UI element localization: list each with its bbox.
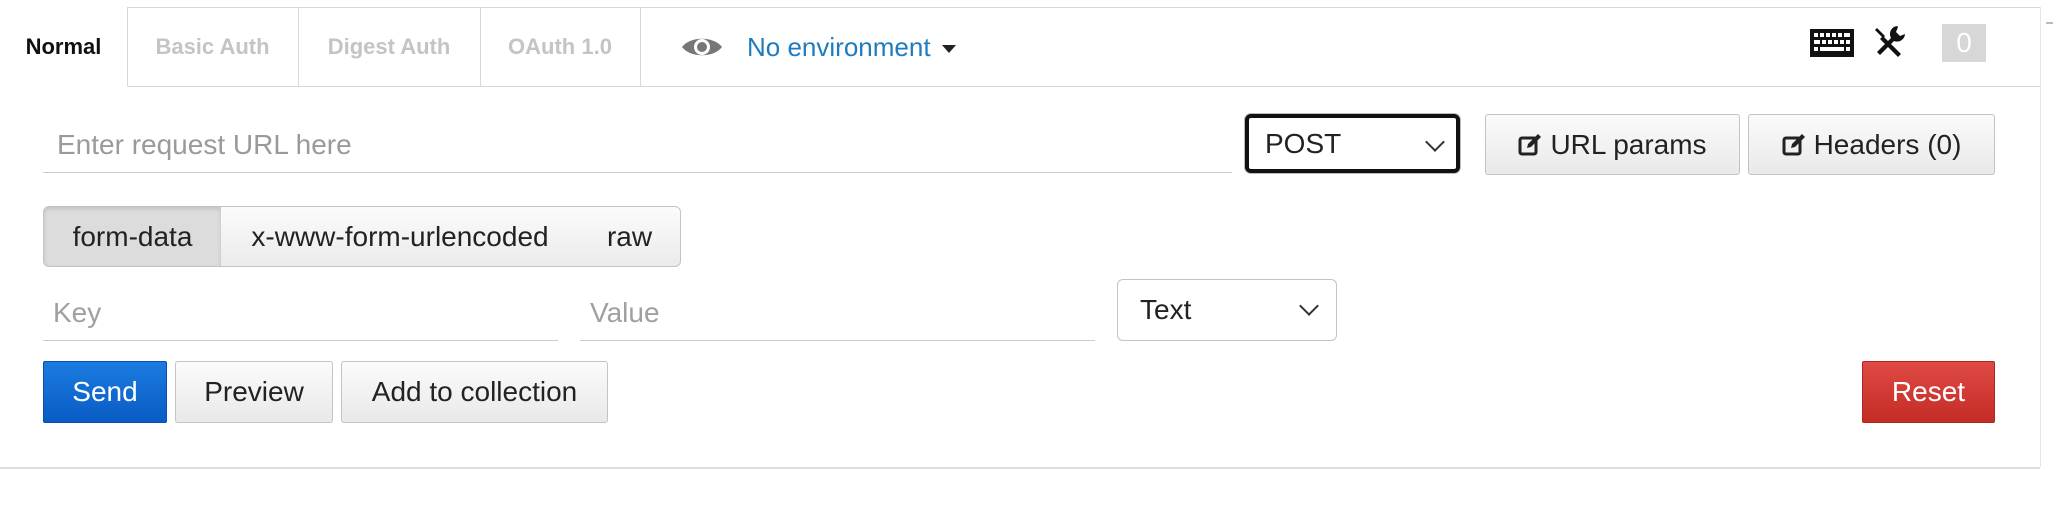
tab-digest-auth[interactable]: Digest Auth: [298, 7, 481, 87]
bottom-divider: [0, 467, 2040, 469]
body-mode-raw[interactable]: raw: [579, 206, 681, 267]
url-params-button[interactable]: URL params: [1485, 114, 1740, 175]
url-params-label: URL params: [1550, 128, 1707, 160]
headers-button[interactable]: Headers (0): [1748, 114, 1995, 175]
body-mode-urlencoded[interactable]: x-www-form-urlencoded: [221, 206, 580, 267]
edit-icon: [1782, 133, 1805, 155]
edit-icon: [1518, 133, 1542, 155]
environment-selector[interactable]: No environment: [747, 30, 931, 64]
keyboard-icon[interactable]: [1809, 28, 1855, 58]
body-mode-form-data[interactable]: form-data: [43, 206, 222, 267]
method-select-value: POST: [1265, 127, 1342, 159]
chevron-down-icon: [1425, 132, 1445, 152]
tab-oauth[interactable]: OAuth 1.0: [480, 7, 641, 87]
url-input[interactable]: [43, 117, 1232, 173]
right-edge-tick: [2046, 22, 2053, 24]
key-input[interactable]: [43, 285, 558, 341]
add-to-collection-button[interactable]: Add to collection: [341, 361, 608, 423]
value-input[interactable]: [580, 285, 1095, 341]
method-select[interactable]: POST: [1245, 114, 1460, 173]
wrench-icon[interactable]: [1871, 24, 1907, 60]
send-button[interactable]: Send: [43, 361, 167, 423]
chevron-down-icon: [1299, 296, 1319, 316]
caret-down-icon[interactable]: [942, 45, 956, 53]
tab-basic-auth[interactable]: Basic Auth: [127, 7, 299, 87]
preview-button[interactable]: Preview: [175, 361, 333, 423]
tab-normal[interactable]: Normal: [0, 7, 128, 87]
reset-button[interactable]: Reset: [1862, 361, 1995, 423]
eye-icon[interactable]: [680, 33, 724, 61]
param-type-value: Text: [1140, 294, 1192, 325]
request-count-badge[interactable]: 0: [1942, 24, 1986, 62]
headers-label: Headers (0): [1813, 128, 1962, 160]
param-type-select[interactable]: Text: [1117, 279, 1337, 341]
right-edge: [2040, 7, 2041, 467]
